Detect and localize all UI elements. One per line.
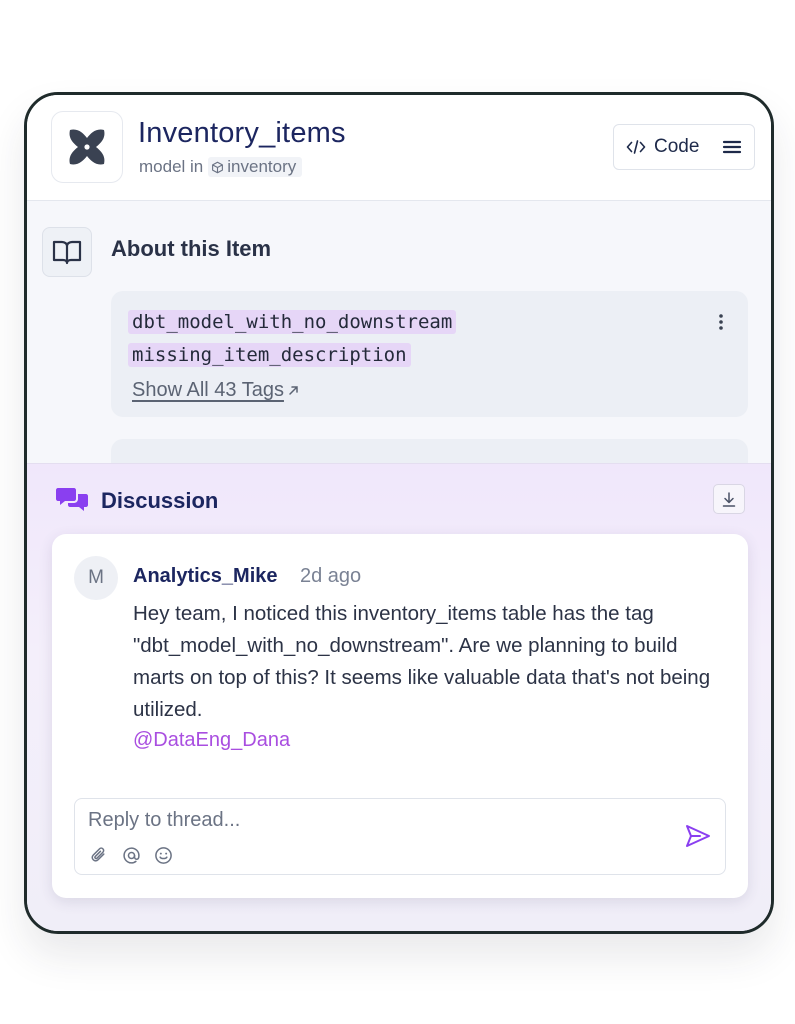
tags-card: dbt_model_with_no_downstream missing_ite… — [111, 291, 748, 417]
smiley-icon[interactable] — [154, 846, 173, 865]
comment-card: M Analytics_Mike 2d ago Hey team, I noti… — [52, 534, 748, 898]
download-button[interactable] — [713, 484, 745, 514]
tag-chip[interactable]: dbt_model_with_no_downstream — [128, 310, 457, 334]
dbt-logo-icon — [51, 111, 123, 183]
about-section-title: About this Item — [111, 236, 272, 261]
project-name: inventory — [227, 157, 297, 176]
reply-toolbar — [90, 846, 173, 865]
project-chip[interactable]: inventory — [208, 157, 303, 177]
arrow-up-right-icon — [288, 383, 299, 399]
user-mention-link[interactable]: @DataEng_Dana — [133, 729, 290, 752]
comment-body: Hey team, I noticed this inventory_items… — [133, 602, 711, 721]
download-icon — [722, 491, 736, 507]
more-options-icon[interactable] — [718, 313, 724, 331]
subtitle-prefix: model in — [139, 157, 204, 176]
hamburger-menu-icon[interactable] — [722, 137, 742, 157]
reply-input[interactable] — [88, 809, 648, 832]
code-button[interactable]: Code — [613, 124, 755, 170]
tag-chip[interactable]: missing_item_description — [128, 343, 411, 367]
show-all-tags-link[interactable]: Show All 43 Tags — [132, 379, 299, 402]
reply-composer — [74, 798, 726, 875]
discussion-title: Discussion — [101, 488, 219, 513]
chat-bubbles-icon — [56, 488, 88, 511]
book-icon — [42, 227, 92, 277]
item-header: Inventory_items model in inventory Code — [27, 95, 771, 201]
app-window: Inventory_items model in inventory Code — [24, 92, 774, 934]
show-all-tags-label: Show All 43 Tags — [132, 379, 284, 401]
send-icon[interactable] — [685, 824, 711, 848]
avatar[interactable]: M — [74, 556, 118, 600]
item-subtitle: model in inventory — [139, 157, 303, 177]
paperclip-icon[interactable] — [90, 846, 109, 865]
code-icon — [626, 140, 646, 154]
at-sign-icon[interactable] — [122, 846, 141, 865]
page-title: Inventory_items — [138, 117, 346, 149]
cube-icon — [212, 161, 224, 173]
code-button-label: Code — [654, 136, 700, 157]
discussion-panel: Discussion M Analytics_Mike 2d ago Hey t… — [27, 463, 771, 931]
comment-timestamp: 2d ago — [300, 565, 362, 587]
comment-author[interactable]: Analytics_Mike — [133, 565, 278, 588]
